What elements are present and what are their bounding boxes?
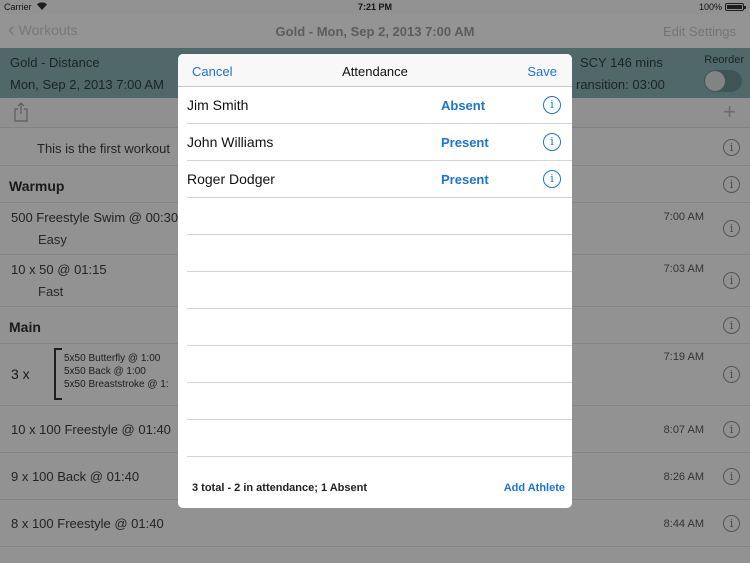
- empty-row: [178, 198, 572, 235]
- athlete-row[interactable]: Jim Smith Absent i: [178, 87, 572, 124]
- modal-title: Attendance: [342, 64, 408, 79]
- empty-row: [178, 346, 572, 383]
- athlete-row[interactable]: Roger Dodger Present i: [178, 161, 572, 198]
- save-button[interactable]: Save: [527, 64, 557, 79]
- empty-row: [178, 383, 572, 420]
- athlete-name: John Williams: [187, 134, 274, 150]
- athlete-name: Roger Dodger: [187, 171, 275, 187]
- empty-row: [178, 272, 572, 309]
- attendance-status[interactable]: Present: [441, 172, 489, 187]
- attendance-summary: 3 total - 2 in attendance; 1 Absent: [192, 482, 368, 494]
- info-icon[interactable]: i: [543, 170, 561, 188]
- attendance-status[interactable]: Present: [441, 135, 489, 150]
- empty-row: [178, 309, 572, 346]
- info-icon[interactable]: i: [543, 133, 561, 151]
- modal-header: Cancel Attendance Save: [178, 54, 572, 87]
- athlete-name: Jim Smith: [187, 97, 249, 113]
- info-icon[interactable]: i: [543, 96, 561, 114]
- row-divider: [187, 456, 572, 457]
- athlete-row[interactable]: John Williams Present i: [178, 124, 572, 161]
- empty-row: [178, 235, 572, 272]
- add-athlete-button[interactable]: Add Athlete: [504, 482, 565, 494]
- empty-row: [178, 420, 572, 457]
- modal-footer: 3 total - 2 in attendance; 1 Absent Add …: [178, 470, 572, 508]
- attendance-modal: Cancel Attendance Save Jim Smith Absent …: [178, 54, 572, 508]
- attendance-status[interactable]: Absent: [441, 98, 485, 113]
